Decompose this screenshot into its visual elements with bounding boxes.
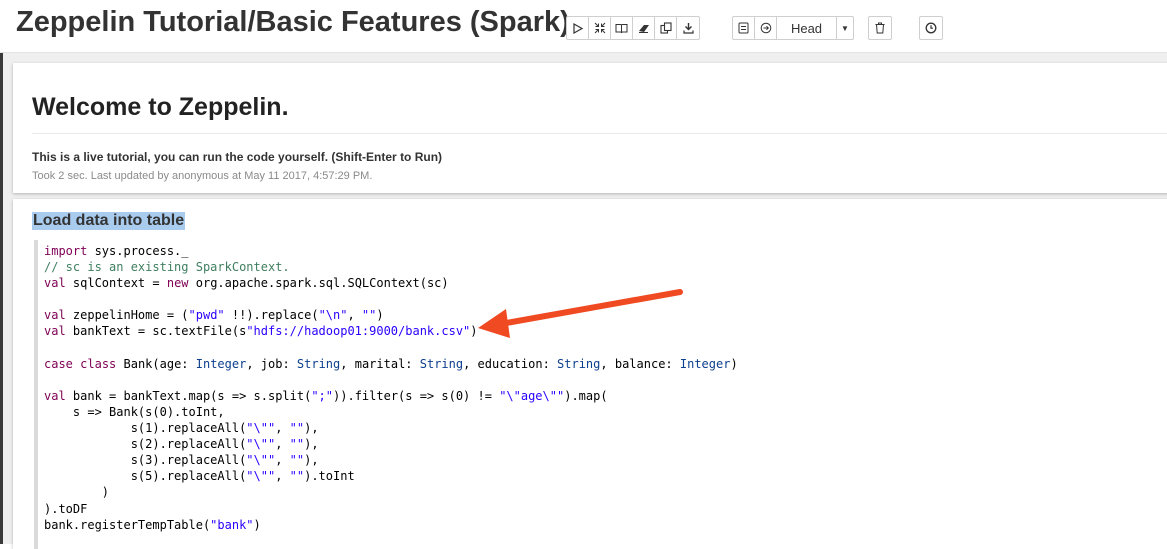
code-line: val bank = bankText.map(s => s.split(";"… [44, 388, 608, 403]
caret-down-icon: ▼ [841, 23, 849, 33]
download-icon [682, 23, 694, 34]
copy-icon [659, 22, 672, 34]
trash-icon [875, 22, 885, 34]
notebook-title[interactable]: Zeppelin Tutorial/Basic Features (Spark) [16, 6, 570, 39]
collapse-arrows-icon [594, 22, 605, 34]
revision-dropdown-toggle[interactable]: ▼ [837, 17, 853, 39]
scheduler-button[interactable] [920, 17, 942, 39]
code-line: // sc is an existing SparkContext. [44, 260, 290, 275]
clock-icon [925, 22, 937, 34]
delete-notebook-button[interactable] [869, 17, 891, 39]
revision-compare-button[interactable] [755, 17, 777, 39]
code-line: s(5).replaceAll("\"", "").toInt [44, 469, 355, 484]
book-icon [615, 23, 628, 33]
code-line: val sqlContext = new org.apache.spark.sq… [44, 276, 449, 291]
arrow-circle-icon [760, 22, 771, 34]
code-block[interactable]: import sys.process._ // sc is an existin… [44, 243, 738, 533]
scheduler-toolbar [919, 16, 943, 40]
version-control-button[interactable] [733, 17, 755, 39]
delete-toolbar [868, 16, 892, 40]
paragraph-load-data[interactable]: Load data into table import sys.process.… [13, 199, 1167, 549]
tutorial-intro-text: This is a live tutorial, you can run the… [32, 150, 443, 164]
run-all-button[interactable] [567, 17, 589, 39]
code-line: ) [44, 485, 110, 500]
code-editor[interactable]: import sys.process._ // sc is an existin… [34, 240, 1167, 549]
clear-output-button[interactable] [633, 17, 655, 39]
commit-icon [738, 22, 749, 34]
code-line: s => Bank(s(0).toInt, [44, 404, 225, 419]
version-control-toolbar: Head ▼ [732, 16, 854, 40]
welcome-heading: Welcome to Zeppelin. [32, 93, 289, 121]
notebook-content: Welcome to Zeppelin. This is a live tuto… [3, 53, 1167, 549]
show-hide-code-button[interactable] [589, 17, 611, 39]
paragraph-divider [32, 133, 1167, 134]
code-line: ).toDF [44, 501, 88, 516]
play-icon [573, 22, 583, 34]
code-line: bank.registerTempTable("bank") [44, 517, 261, 532]
eraser-icon [638, 24, 649, 33]
code-line: s(3).replaceAll("\"", ""), [44, 453, 319, 468]
code-line: val zeppelinHome = ("pwd" !!).replace("\… [44, 308, 384, 323]
code-line: s(2).replaceAll("\"", ""), [44, 437, 319, 452]
revision-select-button[interactable]: Head [777, 17, 837, 39]
clone-notebook-button[interactable] [655, 17, 677, 39]
code-line: import sys.process._ [44, 244, 189, 258]
notebook-actions-toolbar [566, 16, 700, 40]
export-notebook-button[interactable] [677, 17, 699, 39]
code-line: val bankText = sc.textFile(s"hdfs://hado… [44, 324, 478, 339]
paragraph-welcome[interactable]: Welcome to Zeppelin. This is a live tuto… [13, 63, 1167, 193]
paragraph-status: Took 2 sec. Last updated by anonymous at… [32, 170, 373, 182]
code-line: s(1).replaceAll("\"", ""), [44, 421, 319, 436]
code-line: case class Bank(age: Integer, job: Strin… [44, 356, 738, 371]
notebook-header: Zeppelin Tutorial/Basic Features (Spark)… [0, 0, 1167, 53]
paragraph-title[interactable]: Load data into table [32, 212, 186, 230]
show-hide-output-button[interactable] [611, 17, 633, 39]
